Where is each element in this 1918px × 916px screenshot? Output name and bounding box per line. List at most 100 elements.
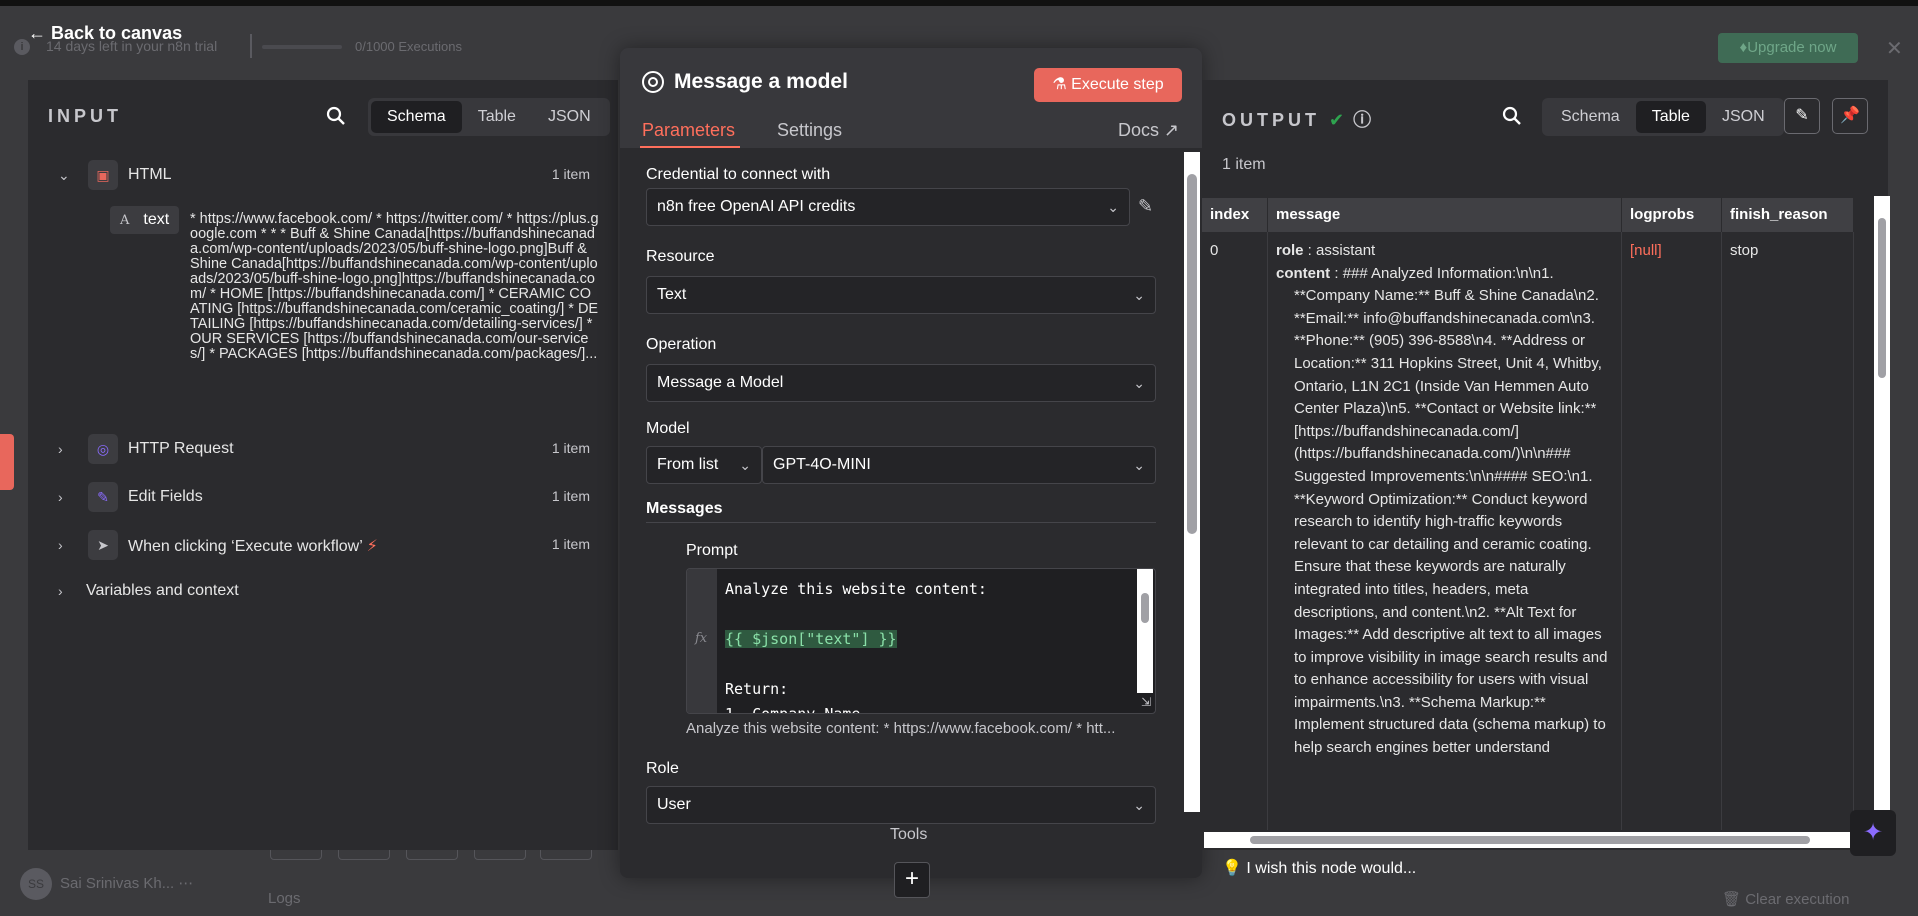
output-panel: OUTPUT ✔ ⓘ Schema Table JSON ✎ 📌 1 item …	[1202, 80, 1890, 877]
expand-icon[interactable]: ⇲	[1141, 695, 1151, 709]
model-label: Model	[646, 420, 690, 437]
scroll-thumb[interactable]	[1141, 593, 1149, 623]
avatar: SS	[20, 868, 52, 900]
output-scrollbar-horizontal[interactable]	[1204, 832, 1854, 848]
edit-output-button[interactable]: ✎	[1784, 98, 1820, 134]
role-label: Role	[646, 760, 679, 777]
node-html[interactable]: ⌄ ▣ HTML 1 item	[28, 158, 618, 194]
role-entry: role : assistant	[1276, 242, 1376, 259]
pin-icon: 📌	[1840, 107, 1860, 124]
node-edit-fields[interactable]: › ✎ Edit Fields 1 item	[28, 480, 618, 516]
messages-label: Messages	[646, 500, 723, 517]
input-panel: INPUT Schema Table JSON ⌄ ▣ HTML 1 item …	[28, 80, 618, 850]
scroll-thumb[interactable]	[1187, 174, 1197, 534]
scroll-thumb[interactable]	[1250, 836, 1810, 844]
role-select[interactable]: User ⌄	[646, 786, 1156, 824]
search-icon[interactable]	[1502, 106, 1522, 126]
trash-icon: 🗑	[1722, 891, 1742, 908]
prompt-label: Prompt	[686, 542, 738, 559]
chevron-right-icon: ›	[58, 537, 63, 553]
content-entry: content : ### Analyzed Information:\n\n1…	[1276, 264, 1608, 757]
tab-settings[interactable]: Settings	[777, 120, 842, 141]
edit-credential-icon[interactable]: ✎	[1138, 196, 1153, 217]
node-manual-trigger[interactable]: › ➤ When clicking ‘Execute workflow’ ⚡ 1…	[28, 528, 618, 564]
string-type-icon: A	[120, 213, 130, 228]
pencil-icon: ✎	[88, 482, 118, 512]
operation-label: Operation	[646, 336, 717, 353]
pin-data-button[interactable]: 📌	[1832, 98, 1868, 134]
active-tab-indicator	[640, 146, 740, 148]
divider	[646, 522, 1156, 523]
flask-icon: ⚗	[1052, 76, 1067, 93]
editor-scrollbar[interactable]	[1137, 569, 1153, 693]
openai-icon	[642, 71, 664, 93]
scroll-thumb[interactable]	[1878, 218, 1886, 378]
chevron-down-icon: ⌄	[58, 167, 70, 183]
upgrade-button[interactable]: ♦Upgrade now	[1718, 33, 1858, 63]
search-icon[interactable]	[326, 106, 346, 126]
prompt-preview: Analyze this website content: * https://…	[686, 720, 1116, 737]
arrow-left-icon: ←	[28, 23, 46, 43]
sidebar-user[interactable]: SS Sai Srinivas Kh... ⋯	[20, 868, 193, 900]
globe-icon: ◎	[88, 434, 118, 464]
input-title: INPUT	[48, 106, 122, 126]
cell-message: role : assistant content : ### Analyzed …	[1268, 232, 1622, 830]
column-header: index	[1202, 198, 1268, 232]
model-select[interactable]: GPT-4O-MINI ⌄	[762, 446, 1156, 484]
prompt-editor[interactable]: fx Analyze this website content: {{ $jso…	[686, 568, 1156, 714]
chevron-down-icon: ⌄	[1133, 457, 1145, 473]
column-header: message	[1268, 198, 1622, 232]
logs-label[interactable]: Logs	[268, 890, 301, 907]
view-schema[interactable]: Schema	[1545, 101, 1636, 133]
docs-link[interactable]: Docs ↗	[1118, 120, 1179, 141]
external-link-icon: ↗	[1164, 120, 1180, 140]
items-count: 1 item	[1222, 156, 1266, 173]
view-table[interactable]: Table	[1635, 101, 1706, 133]
bolt-icon: ⚡	[366, 538, 378, 555]
divider	[250, 34, 252, 58]
execute-step-button[interactable]: ⚗ Execute step	[1034, 68, 1182, 102]
back-to-canvas-link[interactable]: ← Back to canvas	[28, 23, 182, 44]
credential-select[interactable]: n8n free OpenAI API credits ⌄	[646, 188, 1130, 226]
operation-select[interactable]: Message a Model ⌄	[646, 364, 1156, 402]
column-header: logprobs	[1622, 198, 1722, 232]
chevron-down-icon: ⌄	[1133, 797, 1145, 813]
view-table[interactable]: Table	[462, 101, 532, 133]
output-table: index message logprobs finish_reason 0 r…	[1202, 198, 1854, 830]
chevron-right-icon: ›	[58, 583, 63, 599]
resource-select[interactable]: Text ⌄	[646, 276, 1156, 314]
close-icon[interactable]: ✕	[1886, 36, 1903, 61]
node-parameters-panel: Message a model ⚗ Execute step Parameter…	[620, 48, 1202, 898]
tab-parameters[interactable]: Parameters	[642, 120, 735, 141]
view-json[interactable]: JSON	[532, 101, 607, 133]
pencil-icon: ✎	[1795, 107, 1809, 124]
add-tool-button[interactable]: +	[894, 862, 930, 898]
node-http-request[interactable]: › ◎ HTTP Request 1 item	[28, 432, 618, 468]
chevron-down-icon: ⌄	[1133, 287, 1145, 303]
feedback-link[interactable]: 💡 I wish this node would...	[1222, 858, 1416, 878]
input-view-switch: Schema Table JSON	[368, 98, 610, 136]
executions-count: 0/1000 Executions	[355, 39, 462, 54]
column-header: finish_reason	[1722, 198, 1854, 232]
output-scrollbar-vertical[interactable]	[1874, 196, 1890, 836]
expression-token: {{ $json["text"] }}	[725, 630, 897, 648]
user-name: Sai Srinivas Kh...	[60, 874, 175, 892]
window-top-bar	[0, 0, 1918, 6]
view-json[interactable]: JSON	[1706, 101, 1781, 133]
parameters-scrollbar[interactable]	[1184, 152, 1200, 812]
output-title: OUTPUT ✔ ⓘ	[1222, 110, 1372, 130]
info-icon[interactable]: ⓘ	[1353, 110, 1371, 130]
ai-assistant-button[interactable]: ✦	[1850, 810, 1896, 856]
cell-logprobs: [null]	[1622, 232, 1722, 830]
resource-label: Resource	[646, 248, 715, 265]
prompt-code[interactable]: Analyze this website content: {{ $json["…	[725, 577, 987, 713]
more-icon: ⋯	[178, 874, 194, 892]
model-mode-select[interactable]: From list ⌄	[646, 446, 762, 484]
clear-execution-button[interactable]: 🗑 Clear execution	[1722, 890, 1849, 908]
chevron-down-icon: ⌄	[1107, 199, 1119, 215]
cursor-icon: ➤	[88, 530, 118, 560]
view-schema[interactable]: Schema	[371, 101, 462, 133]
variables-context[interactable]: › Variables and context	[28, 574, 618, 610]
lightbulb-icon: 💡	[1222, 860, 1242, 877]
cell-index: 0	[1202, 232, 1268, 830]
